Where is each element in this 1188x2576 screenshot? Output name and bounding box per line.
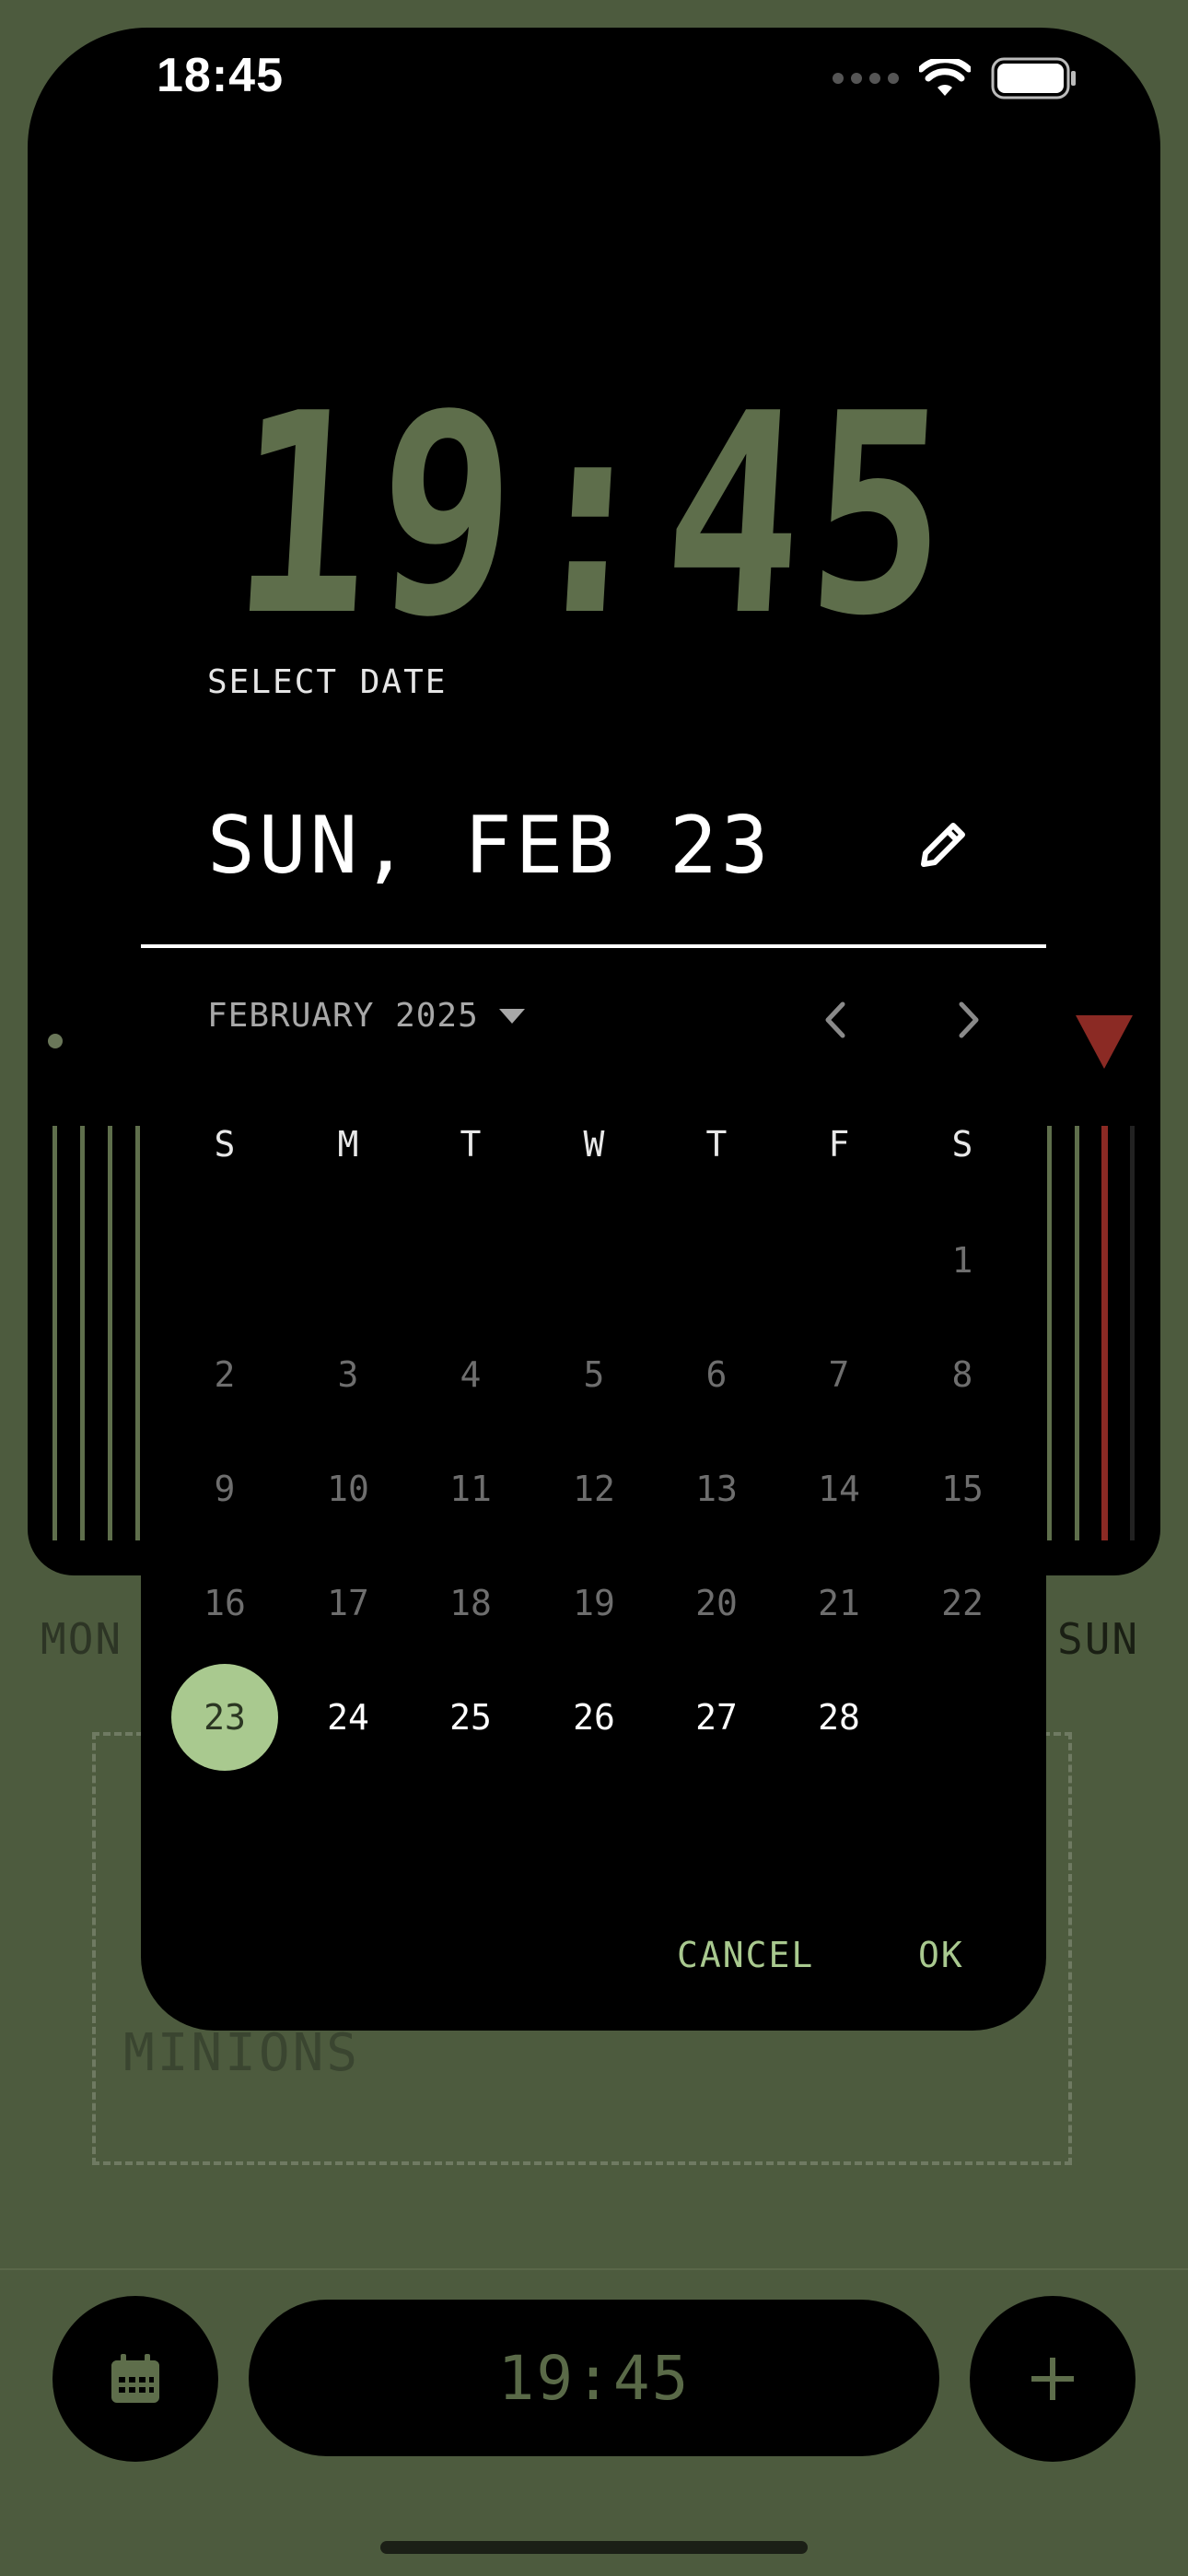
calendar-day[interactable]: 20	[661, 1550, 772, 1657]
ok-button[interactable]: OK	[918, 1935, 964, 1975]
date-picker-dialog: SELECT DATE SUN, FEB 23 FEBRUARY 2025 S …	[141, 663, 1046, 2031]
pencil-icon[interactable]	[916, 816, 972, 872]
calendar-day[interactable]: 8	[907, 1321, 1018, 1428]
calendar-day[interactable]: 21	[784, 1550, 894, 1657]
timeline-bar	[1075, 1126, 1079, 1540]
timeline-bar	[1047, 1126, 1052, 1540]
weekday-header: T	[705, 1124, 728, 1165]
status-indicators	[833, 57, 1077, 100]
list-label: MINIONS	[123, 2023, 361, 2083]
calendar-day[interactable]: 16	[169, 1550, 280, 1657]
calendar-day[interactable]: 11	[415, 1435, 526, 1542]
nav-divider	[0, 2268, 1188, 2270]
screen: 18:45 19:45 MON SUN MINIONS 19:45 SELECT…	[0, 0, 1188, 2576]
calendar-day[interactable]: 4	[415, 1321, 526, 1428]
timeline-bar	[135, 1126, 140, 1540]
home-indicator[interactable]	[380, 2541, 808, 2554]
calendar-day[interactable]: 22	[907, 1550, 1018, 1657]
weekday-header: S	[951, 1124, 973, 1165]
calendar-button[interactable]	[52, 2296, 218, 2462]
calendar-day[interactable]: 3	[293, 1321, 403, 1428]
battery-icon	[991, 57, 1076, 100]
chevron-left-icon[interactable]	[813, 997, 859, 1043]
timeline-bar	[108, 1126, 112, 1540]
status-time: 18:45	[157, 49, 284, 102]
timeline-bar	[1130, 1126, 1135, 1540]
page-dot	[48, 1034, 63, 1048]
calendar-day[interactable]: 9	[169, 1435, 280, 1542]
weekday-header: T	[460, 1124, 482, 1165]
cellular-signal-icon	[833, 73, 899, 84]
calendar-day[interactable]: 5	[539, 1321, 649, 1428]
calendar-day[interactable]: 26	[539, 1664, 649, 1771]
month-year-selector[interactable]: FEBRUARY 2025	[207, 997, 525, 1035]
calendar-day[interactable]: 24	[293, 1664, 403, 1771]
add-button[interactable]	[970, 2296, 1136, 2462]
calendar-day[interactable]: 7	[784, 1321, 894, 1428]
calendar-day[interactable]: 6	[661, 1321, 772, 1428]
date-input-underline	[141, 944, 1046, 948]
calendar-day[interactable]: 19	[539, 1550, 649, 1657]
calendar-day[interactable]: 13	[661, 1435, 772, 1542]
timeline-bar	[80, 1126, 85, 1540]
calendar-day[interactable]: 14	[784, 1435, 894, 1542]
calendar-day[interactable]: 17	[293, 1550, 403, 1657]
big-clock: 19:45	[225, 355, 963, 676]
calendar-day[interactable]: 2	[169, 1321, 280, 1428]
chevron-right-icon[interactable]	[945, 997, 991, 1043]
caret-down-icon	[498, 1008, 525, 1024]
dialog-title: SELECT DATE	[207, 663, 448, 701]
current-time-pill[interactable]: 19:45	[249, 2300, 939, 2456]
plus-icon	[1031, 2358, 1074, 2400]
calendar-day[interactable]: 12	[539, 1435, 649, 1542]
wifi-icon	[919, 59, 971, 96]
day-label-start: MON	[41, 1614, 123, 1664]
calendar-day[interactable]: 10	[293, 1435, 403, 1542]
timeline-marker-icon	[1076, 1015, 1133, 1069]
calendar-day[interactable]: 27	[661, 1664, 772, 1771]
calendar-day-selected[interactable]: 23	[169, 1664, 280, 1771]
selected-date-display: SUN, FEB 23	[207, 800, 773, 892]
calendar-day[interactable]: 18	[415, 1550, 526, 1657]
calendar-day[interactable]: 1	[907, 1207, 1018, 1314]
timeline-bar	[52, 1126, 57, 1540]
weekday-header: S	[214, 1124, 236, 1165]
calendar-icon	[111, 2354, 159, 2403]
calendar-day[interactable]: 25	[415, 1664, 526, 1771]
weekday-header: F	[828, 1124, 850, 1165]
calendar-day[interactable]: 15	[907, 1435, 1018, 1542]
day-label-end: SUN	[1057, 1614, 1140, 1664]
weekday-header: W	[583, 1124, 605, 1165]
timeline-bar-current	[1101, 1126, 1108, 1540]
month-year-label: FEBRUARY 2025	[207, 997, 479, 1035]
cancel-button[interactable]: CANCEL	[677, 1935, 814, 1975]
calendar-day[interactable]: 28	[784, 1664, 894, 1771]
weekday-header: M	[337, 1124, 359, 1165]
